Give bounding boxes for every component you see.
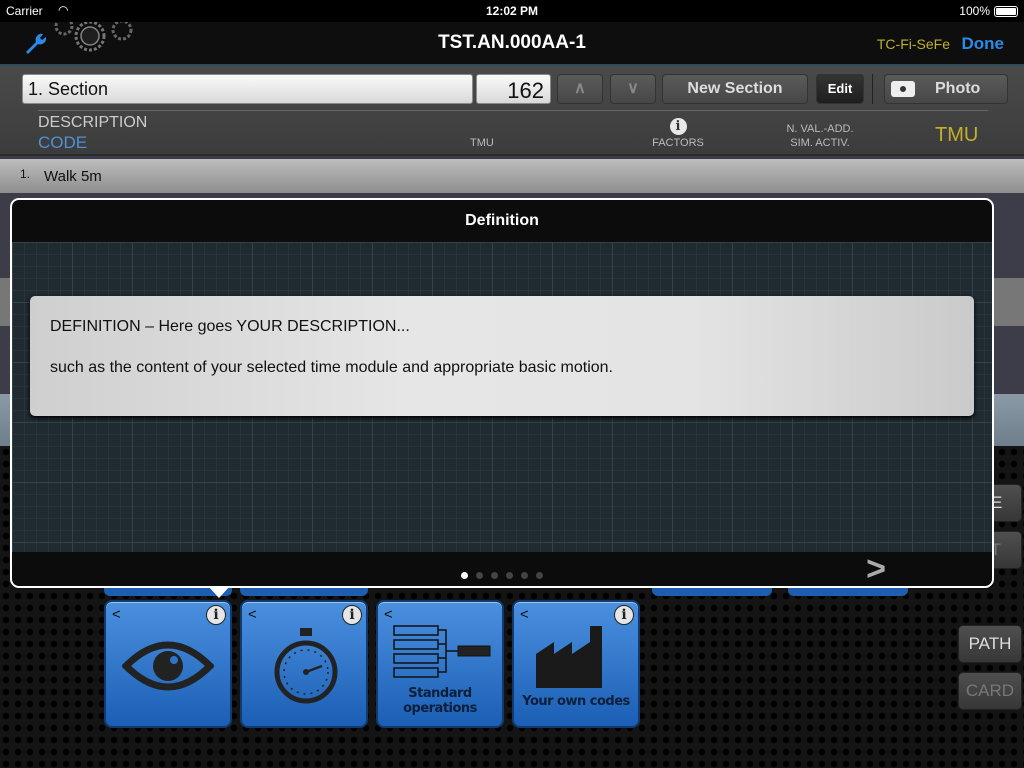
- info-icon[interactable]: i: [206, 605, 226, 625]
- tile-label-line2: operations: [403, 701, 477, 716]
- page-dot[interactable]: [521, 572, 528, 579]
- section-toolbar: 1. Section 162 ∧ ∨ New Section Edit Phot…: [0, 66, 1024, 156]
- standard-operations-icon: [393, 625, 491, 678]
- table-row[interactable]: 1. Walk 5m: [0, 159, 1024, 193]
- page-dot[interactable]: [491, 572, 498, 579]
- tile-own-codes[interactable]: < i Your own codes: [512, 600, 640, 728]
- document-title: TST.AN.000AA-1: [438, 32, 586, 53]
- column-header-tmu-total: TMU: [935, 124, 979, 146]
- info-icon[interactable]: i: [614, 605, 634, 625]
- share-icon[interactable]: <: [520, 606, 529, 623]
- column-header-description: DESCRIPTION: [38, 114, 148, 131]
- nval-line1: N. VAL.-ADD.: [786, 123, 854, 135]
- chevron-down-icon: ∨: [627, 80, 639, 97]
- share-icon[interactable]: <: [384, 606, 393, 623]
- page-indicator[interactable]: [12, 566, 992, 584]
- toolbar-divider: [872, 74, 873, 104]
- battery-icon: [994, 6, 1018, 17]
- tile-label: Your own codes: [522, 694, 630, 709]
- page-dot[interactable]: [461, 572, 468, 579]
- tile-standard-operations[interactable]: < Standard operations: [376, 600, 504, 728]
- column-header-factors[interactable]: i FACTORS: [645, 118, 711, 149]
- info-icon: i: [669, 118, 687, 135]
- next-page-button[interactable]: >: [866, 550, 886, 586]
- tile-time-study[interactable]: < i: [240, 600, 368, 728]
- definition-line-2: such as the content of your selected tim…: [50, 359, 613, 376]
- factory-icon: [536, 626, 602, 688]
- move-down-button[interactable]: ∨: [610, 74, 656, 104]
- section-number-input[interactable]: 162: [476, 74, 551, 104]
- share-icon[interactable]: <: [248, 606, 257, 623]
- row-label: Walk 5m: [44, 168, 102, 185]
- column-header-non-value-add: N. VAL.-ADD. SIM. ACTIV.: [770, 122, 870, 150]
- page-dot[interactable]: [506, 572, 513, 579]
- new-section-button[interactable]: New Section: [662, 74, 808, 104]
- popover-content-area: DEFINITION – Here goes YOUR DESCRIPTION.…: [12, 242, 992, 552]
- status-bar: Carrier ◠ 12:02 PM 100%: [0, 0, 1024, 22]
- factors-label: FACTORS: [652, 137, 704, 149]
- navigation-bar: TST.AN.000AA-1 TC-Fi-SeFe Done: [0, 22, 1024, 66]
- done-button[interactable]: Done: [962, 34, 1005, 54]
- definition-popover: Definition DEFINITION – Here goes YOUR D…: [10, 198, 994, 588]
- photo-label: Photo: [935, 80, 981, 97]
- page-dot[interactable]: [476, 572, 483, 579]
- profile-label: TC-Fi-SeFe: [876, 36, 950, 52]
- stopwatch-icon: [274, 628, 338, 704]
- share-icon[interactable]: <: [112, 606, 121, 623]
- info-icon[interactable]: i: [342, 605, 362, 625]
- path-button[interactable]: PATH: [958, 625, 1022, 663]
- tile-observation[interactable]: < i: [104, 600, 232, 728]
- column-header-code: CODE: [38, 133, 88, 152]
- edit-button[interactable]: Edit: [816, 74, 864, 104]
- header-divider: [38, 110, 988, 111]
- card-button[interactable]: CARD: [958, 672, 1022, 710]
- camera-icon: [891, 81, 915, 97]
- battery-percent: 100%: [959, 4, 990, 18]
- eye-icon: [122, 641, 214, 691]
- nval-line2: SIM. ACTIV.: [790, 137, 850, 149]
- definition-line-1: DEFINITION – Here goes YOUR DESCRIPTION.…: [50, 318, 410, 335]
- chevron-up-icon: ∧: [574, 80, 586, 97]
- move-up-button[interactable]: ∧: [557, 74, 603, 104]
- photo-button[interactable]: Photo: [884, 74, 1008, 104]
- popover-title: Definition: [465, 212, 539, 229]
- clock: 12:02 PM: [485, 4, 539, 18]
- row-index: 1.: [20, 167, 31, 181]
- page-dot[interactable]: [536, 572, 543, 579]
- section-name-input[interactable]: 1. Section: [22, 74, 473, 104]
- tile-label-line1: Standard: [408, 686, 472, 701]
- definition-card: DEFINITION – Here goes YOUR DESCRIPTION.…: [30, 296, 974, 416]
- column-header-tmu: TMU: [470, 137, 494, 149]
